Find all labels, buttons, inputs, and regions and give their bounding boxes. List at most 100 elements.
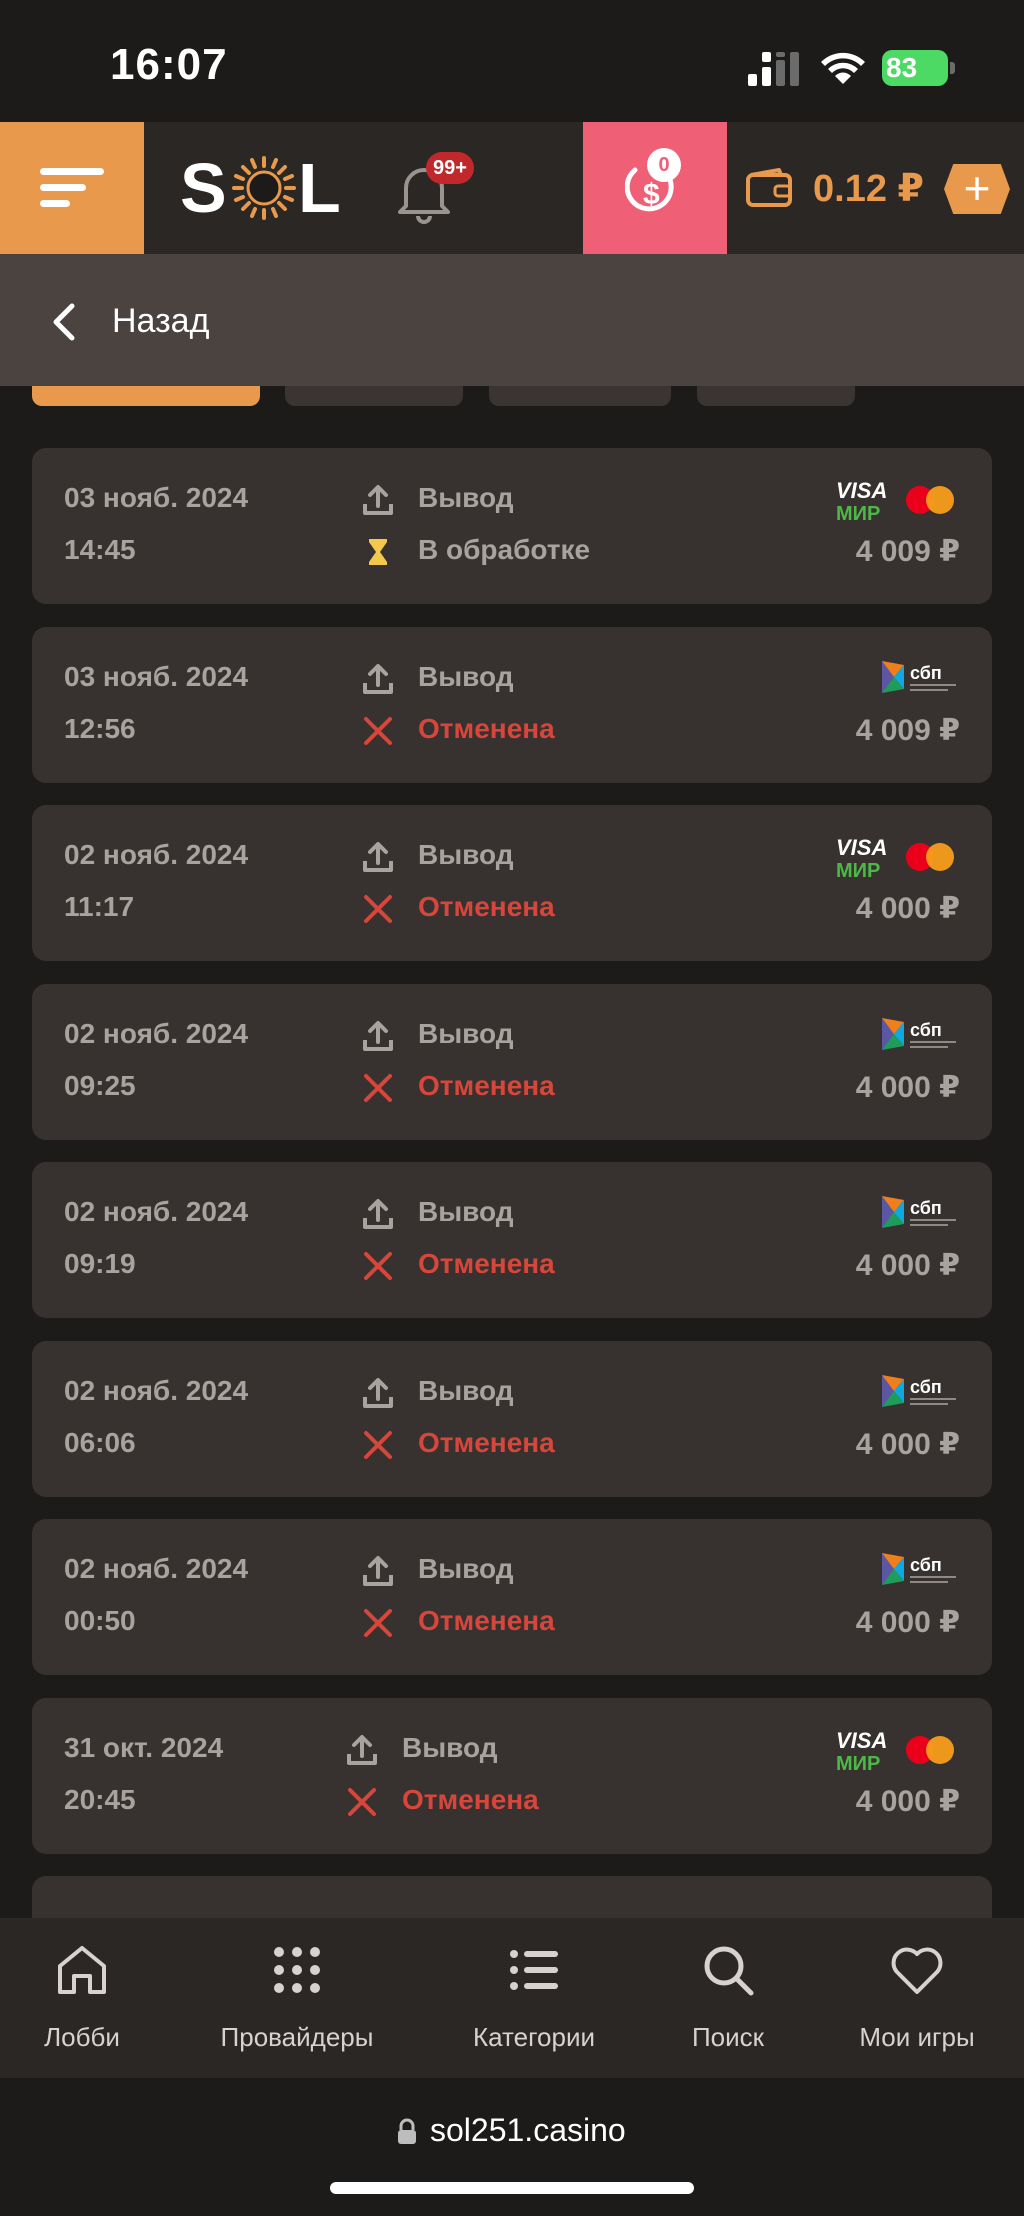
transaction-card[interactable]: 03 нояб. 2024 14:45 Вывод В обработке VI… [32,448,992,604]
transaction-status: В обработке [418,534,591,565]
nav-my-games[interactable]: Мои игры [815,1918,1019,2078]
tab-4[interactable] [697,386,855,406]
transaction-card[interactable]: 02 нояб. 2024 06:06 Вывод Отменена сбп 4… [32,1341,992,1497]
svg-text:сбп: сбп [910,663,942,683]
transaction-type: Вывод [418,1375,514,1406]
svg-text:VISA: VISA [836,835,887,860]
svg-text:сбп: сбп [910,1555,942,1575]
upload-icon [363,485,393,515]
nav-search-label: Поиск [691,2022,765,2052]
battery-icon: 83 [882,50,955,86]
tab-1[interactable] [32,386,260,406]
search-icon [704,1946,754,1996]
transaction-date: 02 нояб. 2024 [64,1553,249,1584]
svg-text:МИР: МИР [836,503,880,522]
nav-providers[interactable]: Провайдеры [195,1918,399,2078]
notifications-badge: 99+ [426,152,474,184]
transaction-time: 14:45 [64,534,136,565]
bonus-button[interactable]: $ 0 [583,122,727,254]
url-field[interactable]: sol251.casino [430,2112,626,2149]
transaction-time: 09:19 [64,1248,136,1279]
tab-2[interactable] [285,386,463,406]
transaction-type: Вывод [418,661,514,692]
transaction-date: 02 нояб. 2024 [64,1196,249,1227]
cellular-signal-icon [748,52,799,86]
chevron-left-icon[interactable] [48,302,82,342]
close-icon [364,1252,392,1280]
upload-icon [363,664,393,694]
deposit-plus-button[interactable]: + [944,164,1010,214]
nav-lobby-label: Лобби [44,2022,120,2052]
transaction-time: 20:45 [64,1784,136,1815]
home-indicator[interactable] [330,2182,694,2194]
transaction-time: 09:25 [64,1070,136,1101]
svg-text:сбп: сбп [910,1377,942,1397]
transaction-amount: 4 000 ₽ [855,1249,960,1282]
nav-my-games-label: Мои игры [859,2022,975,2052]
close-icon [364,1431,392,1459]
transaction-amount: 4 000 ₽ [855,1785,960,1818]
upload-icon [363,1199,393,1229]
transaction-card[interactable]: 03 нояб. 2024 12:56 Вывод Отменена сбп 4… [32,627,992,783]
svg-text:МИР: МИР [836,860,880,879]
transaction-card[interactable]: 02 нояб. 2024 00:50 Вывод Отменена сбп 4… [32,1519,992,1675]
close-icon [364,895,392,923]
transaction-time: 06:06 [64,1427,136,1458]
tab-3[interactable] [489,386,671,406]
menu-button[interactable] [0,122,144,254]
close-icon [364,1074,392,1102]
transaction-card[interactable]: 02 нояб. 2024 09:25 Вывод Отменена сбп 4… [32,984,992,1140]
bottom-navigation: Лобби Провайдеры Категории Поиск Мои игр… [0,1918,1024,2078]
wifi-icon [821,52,865,84]
nav-providers-label: Провайдеры [220,2022,374,2052]
transaction-date: 03 нояб. 2024 [64,482,249,513]
svg-text:сбп: сбп [910,1198,942,1218]
sbp-icon: сбп [882,1375,956,1407]
transaction-amount: 4 000 ₽ [855,1071,960,1104]
transaction-type: Вывод [402,1732,498,1763]
sbp-icon: сбп [882,1553,956,1585]
svg-text:МИР: МИР [836,1753,880,1772]
balance-amount[interactable]: 0.12 ₽ [813,166,924,211]
status-bar: 16:07 83 [0,0,1024,122]
back-bar: Назад [0,254,1024,386]
nav-search[interactable]: Поиск [626,1918,830,2078]
nav-categories-label: Категории [473,2022,595,2052]
transaction-amount: 4 000 ₽ [855,892,960,925]
upload-icon [363,1378,393,1408]
upload-icon [363,842,393,872]
transaction-time: 00:50 [64,1605,136,1636]
home-icon [58,1946,106,1994]
transaction-amount: 4 009 ₽ [855,535,960,568]
transaction-status: Отменена [418,713,555,744]
transaction-date: 02 нояб. 2024 [64,1018,249,1049]
status-time: 16:07 [110,40,228,89]
upload-icon [363,1021,393,1051]
visa-mir-mastercard-icon: VISA МИР [836,478,954,522]
grid-icon [274,1947,320,1993]
sol-logo[interactable]: S L [180,152,341,224]
transaction-date: 02 нояб. 2024 [64,839,249,870]
transaction-type: Вывод [418,1196,514,1227]
transaction-type: Вывод [418,1018,514,1049]
back-button[interactable]: Назад [112,302,209,341]
sbp-icon: сбп [882,1018,956,1050]
upload-icon [347,1735,377,1765]
svg-text:сбп: сбп [910,1020,942,1040]
transaction-amount: 4 009 ₽ [855,714,960,747]
nav-lobby[interactable]: Лобби [0,1918,184,2078]
close-icon [348,1788,376,1816]
transaction-date: 31 окт. 2024 [64,1732,224,1763]
transaction-status: Отменена [418,891,555,922]
transaction-amount: 4 000 ₽ [855,1428,960,1461]
transaction-status: Отменена [418,1070,555,1101]
bonus-count-badge: 0 [647,148,681,182]
transaction-card[interactable]: 02 нояб. 2024 11:17 Вывод Отменена VISA … [32,805,992,961]
transaction-date: 03 нояб. 2024 [64,661,249,692]
transaction-amount: 4 000 ₽ [855,1606,960,1639]
transaction-card[interactable]: 31 окт. 2024 20:45 Вывод Отменена VISA М… [32,1698,992,1854]
transaction-card[interactable]: 02 нояб. 2024 09:19 Вывод Отменена сбп 4… [32,1162,992,1318]
nav-categories[interactable]: Категории [432,1918,636,2078]
sun-icon [232,156,296,220]
svg-text:VISA: VISA [836,478,887,503]
